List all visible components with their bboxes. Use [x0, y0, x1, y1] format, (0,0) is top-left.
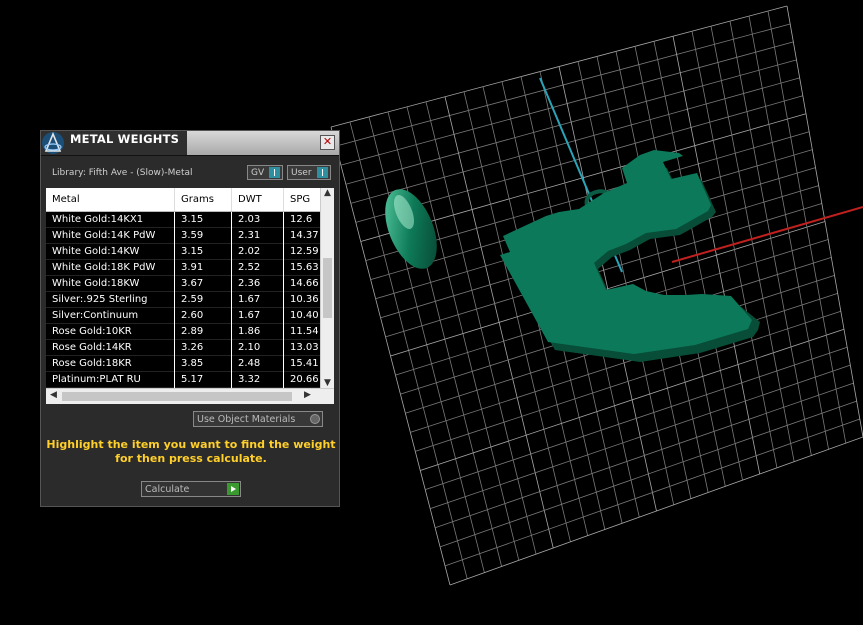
dwt-cell: 2.03 — [231, 211, 284, 228]
table-row[interactable]: Silver:.925 Sterling 2.59 1.67 10.36 — [46, 291, 331, 308]
calculate-button[interactable]: Calculate — [141, 481, 241, 497]
scroll-left-icon[interactable]: ◀ — [50, 390, 57, 400]
library-label: Library: Fifth Ave - (Slow)-Metal — [52, 168, 193, 178]
grams-cell: 3.91 — [174, 259, 232, 276]
radio-icon[interactable] — [310, 414, 320, 424]
vertical-scrollbar[interactable]: ▲ ▼ — [320, 188, 334, 388]
dwt-cell: 1.67 — [231, 291, 284, 308]
grid-line — [615, 51, 709, 493]
gv-toggle[interactable]: GV — [247, 165, 283, 180]
grid-line — [672, 36, 761, 475]
metal-cell: Platinum:PLAT RU — [46, 371, 175, 388]
grams-cell: 3.15 — [174, 211, 232, 228]
column-header-metal[interactable]: Metal — [46, 188, 175, 212]
grid-line — [444, 418, 860, 567]
scroll-right-icon[interactable]: ▶ — [304, 390, 311, 400]
metal-cell: White Gold:14KX1 — [46, 211, 175, 228]
grid-line — [767, 10, 847, 444]
grams-cell: 3.26 — [174, 339, 232, 356]
grams-cell: 3.67 — [174, 275, 232, 292]
user-toggle-label: User — [291, 168, 312, 178]
dwt-cell: 2.52 — [231, 259, 284, 276]
metal-cell: White Gold:14KW — [46, 243, 175, 260]
dwt-cell: 2.10 — [231, 339, 284, 356]
grid-line — [434, 382, 854, 529]
instruction-text: Highlight the item you want to find the … — [46, 438, 336, 465]
metal-cell: Silver:.925 Sterling — [46, 291, 175, 308]
grams-cell: 2.89 — [174, 323, 232, 340]
horizontal-scrollbar[interactable]: ◀ ▶ — [46, 388, 334, 404]
metal-cell: White Gold:18K PdW — [46, 259, 175, 276]
close-button[interactable]: ✕ — [320, 135, 335, 150]
panel-title: METAL WEIGHTS — [70, 132, 180, 146]
use-object-materials-option[interactable]: Use Object Materials — [193, 411, 323, 427]
table-row[interactable]: White Gold:18KW 3.67 2.36 14.66 — [46, 275, 331, 292]
use-object-materials-label: Use Object Materials — [197, 414, 296, 425]
table-row[interactable]: White Gold:14KX1 3.15 2.03 12.6 — [46, 211, 331, 228]
table-row[interactable]: Rose Gold:18KR 3.85 2.48 15.41 — [46, 355, 331, 372]
grid-line — [710, 26, 795, 462]
table-row[interactable]: White Gold:14KW 3.15 2.02 12.59 — [46, 243, 331, 260]
metal-cell: Rose Gold:14KR — [46, 339, 175, 356]
grams-cell: 3.15 — [174, 243, 232, 260]
dwt-cell: 3.32 — [231, 371, 284, 388]
grid-line — [634, 46, 726, 487]
horizontal-scroll-thumb[interactable] — [62, 392, 292, 401]
table-row[interactable]: Rose Gold:14KR 3.26 2.10 13.03 — [46, 339, 331, 356]
user-toggle-switch-icon — [317, 167, 328, 178]
column-header-grams[interactable]: Grams — [174, 188, 232, 212]
grid-line — [653, 41, 743, 481]
metal-cell: Silver:Continuum — [46, 307, 175, 324]
table-row[interactable]: Rose Gold:10KR 2.89 1.86 11.54 — [46, 323, 331, 340]
grams-cell: 2.59 — [174, 291, 232, 308]
metal-table[interactable]: Metal Grams DWT SPG White Gold:14KX1 3.15… — [46, 188, 334, 404]
dwt-cell: 1.67 — [231, 307, 284, 324]
dwt-cell: 2.36 — [231, 275, 284, 292]
vertical-scroll-thumb[interactable] — [323, 258, 332, 318]
calculate-label: Calculate — [145, 484, 190, 495]
grid-line — [425, 346, 848, 490]
metal-cell: Rose Gold:18KR — [46, 355, 175, 372]
metal-cell: Rose Gold:10KR — [46, 323, 175, 340]
grid-line — [786, 5, 863, 438]
grams-cell: 5.17 — [174, 371, 232, 388]
app-logo-icon — [42, 131, 64, 154]
table-row[interactable]: Silver:Continuum 2.60 1.67 10.40 — [46, 307, 331, 324]
metal-cell: White Gold:18KW — [46, 275, 175, 292]
dwt-cell: 2.02 — [231, 243, 284, 260]
gv-toggle-label: GV — [251, 168, 265, 178]
scroll-up-icon[interactable]: ▲ — [324, 188, 331, 198]
scroll-down-icon[interactable]: ▼ — [324, 378, 331, 388]
grams-cell: 3.85 — [174, 355, 232, 372]
dwt-cell: 2.48 — [231, 355, 284, 372]
gv-toggle-switch-icon — [269, 167, 280, 178]
panel-title-bar[interactable]: METAL WEIGHTS ✕ — [41, 131, 339, 156]
grid-line — [449, 436, 863, 586]
grams-cell: 2.60 — [174, 307, 232, 324]
dwt-cell: 2.31 — [231, 227, 284, 244]
grams-cell: 3.59 — [174, 227, 232, 244]
grid-line — [430, 364, 851, 510]
user-toggle[interactable]: User — [287, 165, 331, 180]
metal-weights-panel: METAL WEIGHTS ✕ Library: Fifth Ave - (Sl… — [40, 130, 340, 507]
grid-line — [596, 56, 692, 499]
table-header-row: Metal Grams DWT SPG — [46, 188, 331, 212]
play-arrow-icon — [227, 483, 239, 495]
metal-cell: White Gold:14K PdW — [46, 227, 175, 244]
table-row[interactable]: White Gold:18K PdW 3.91 2.52 15.63 — [46, 259, 331, 276]
table-row[interactable]: White Gold:14K PdW 3.59 2.31 14.37 — [46, 227, 331, 244]
column-header-dwt[interactable]: DWT — [231, 188, 284, 212]
dwt-cell: 1.86 — [231, 323, 284, 340]
table-row[interactable]: Platinum:PLAT RU 5.17 3.32 20.66 — [46, 371, 331, 388]
